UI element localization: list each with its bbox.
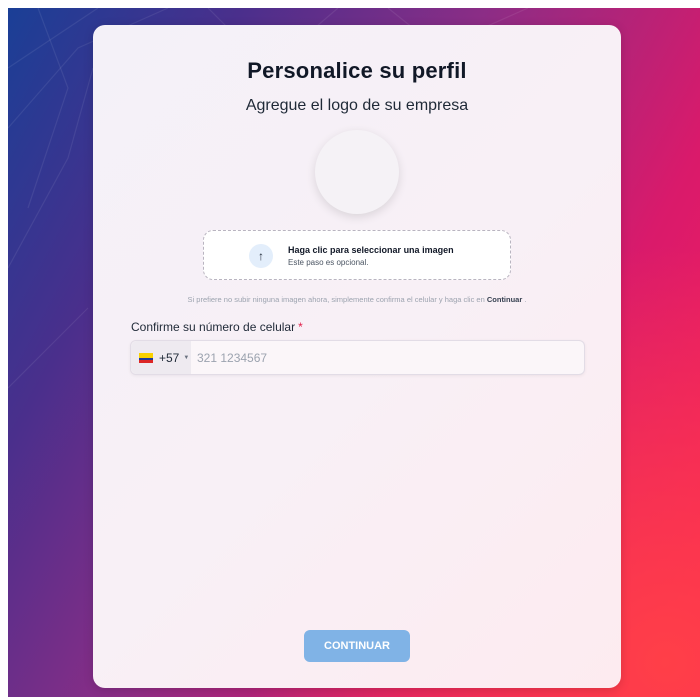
required-mark: * xyxy=(298,320,303,334)
phone-input[interactable] xyxy=(197,341,577,374)
country-code-selector[interactable]: +57 ▼ xyxy=(131,341,191,374)
upload-hint: Si prefiere no subir ninguna imagen ahor… xyxy=(93,295,621,304)
profile-card: Personalice su perfil Agregue el logo de… xyxy=(93,25,621,688)
chevron-down-icon: ▼ xyxy=(183,354,190,361)
image-upload-dropzone[interactable]: ↑ Haga clic para seleccionar una imagen … xyxy=(203,230,511,280)
page-title: Personalice su perfil xyxy=(247,58,467,83)
hint-text: Si prefiere no subir ninguna imagen ahor… xyxy=(187,295,487,304)
country-code: +57 xyxy=(159,350,180,365)
colombia-flag-icon xyxy=(139,352,153,363)
phone-field: +57 ▼ xyxy=(130,340,585,375)
hint-emphasis: Continuar xyxy=(486,295,523,304)
hint-suffix: . xyxy=(522,295,527,304)
phone-label-text: Confirme su número de celular xyxy=(131,320,296,334)
page-subtitle: Agregue el logo de su empresa xyxy=(245,97,469,114)
logo-preview-avatar xyxy=(315,130,399,214)
continue-button[interactable]: CONTINUAR xyxy=(304,630,410,662)
upload-title: Haga clic para seleccionar una imagen xyxy=(288,245,454,255)
phone-label: Confirme su número de celular * xyxy=(131,320,303,334)
upload-arrow-icon: ↑ xyxy=(249,244,273,268)
upload-subtitle: Este paso es opcional. xyxy=(288,258,369,267)
